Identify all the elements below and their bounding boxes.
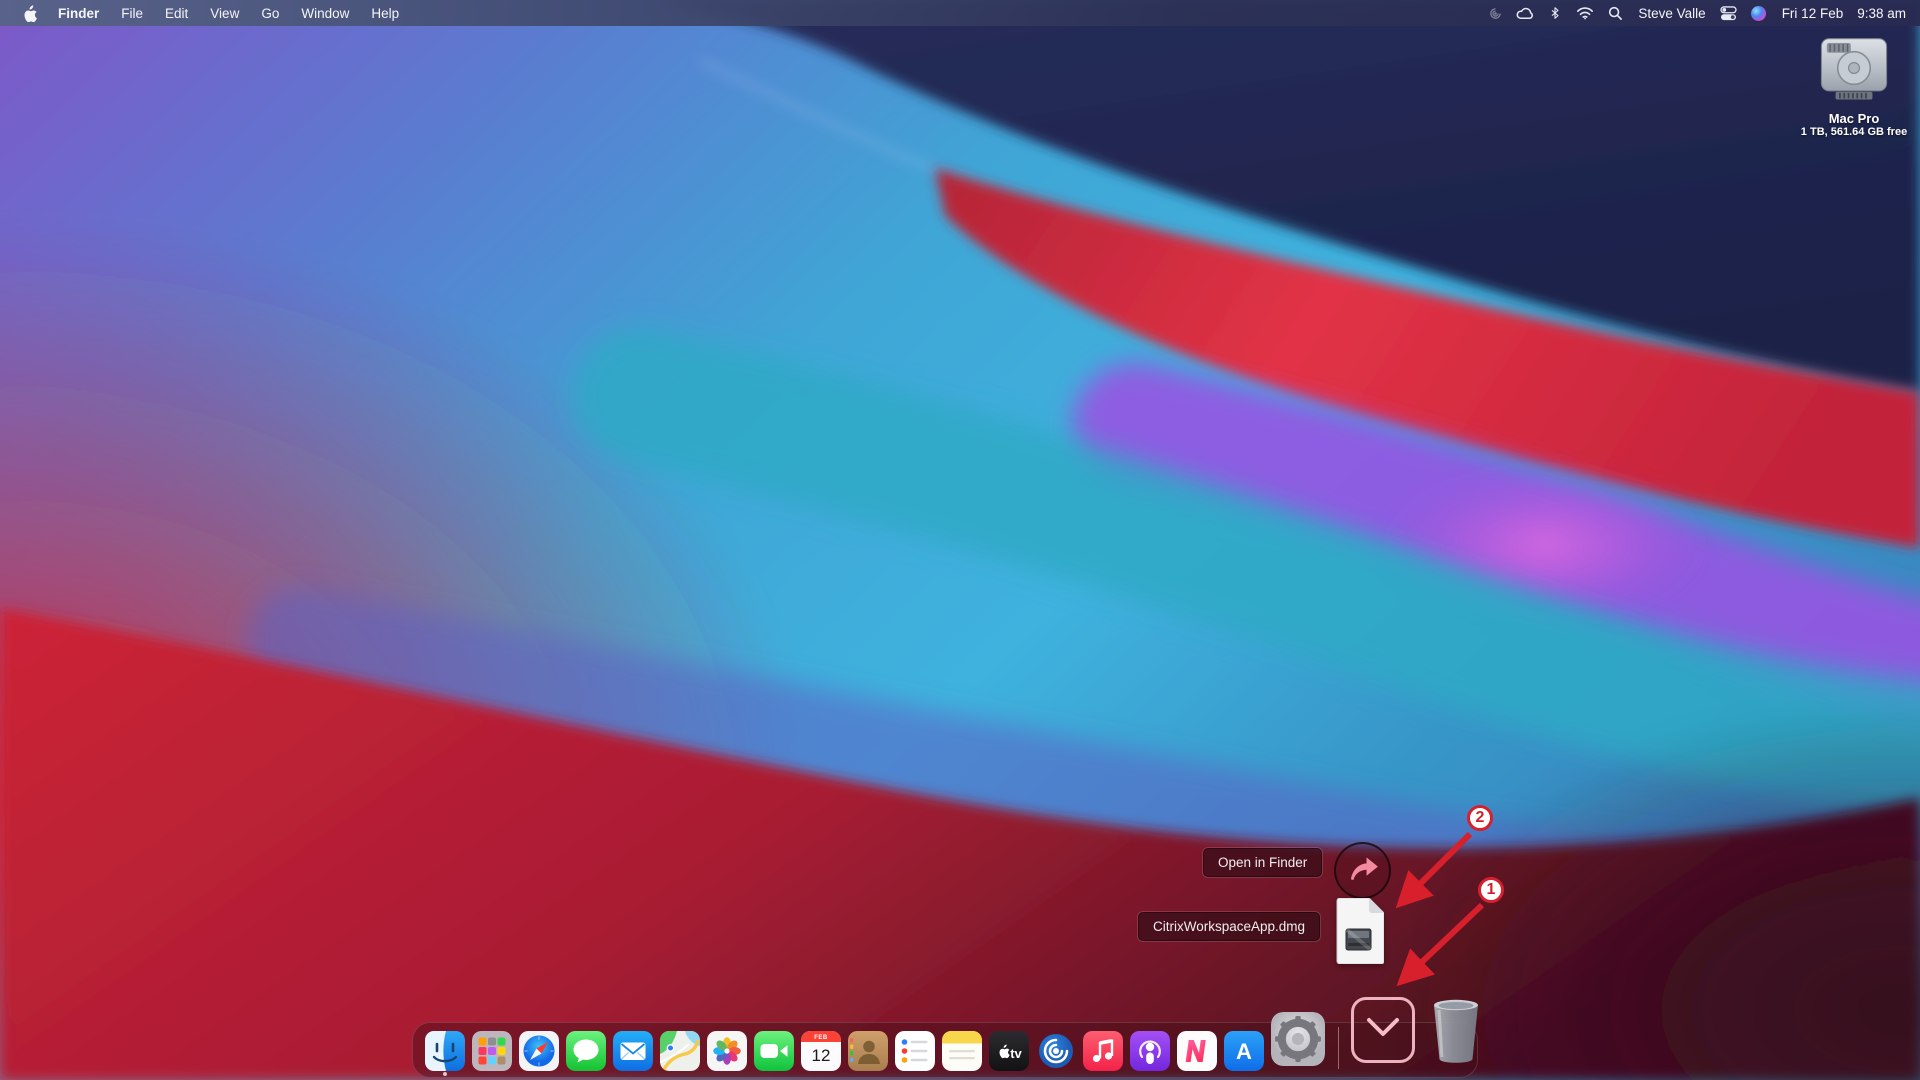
svg-text:tv: tv [1010, 1046, 1022, 1061]
open-in-finder-button[interactable]: Open in Finder [1203, 848, 1322, 877]
dock-item-citrix-workspace[interactable] [1036, 1031, 1076, 1071]
desktop-wallpaper [0, 0, 1920, 1080]
dock-item-reminders[interactable] [895, 1031, 935, 1071]
downloads-stack-indicator[interactable] [1351, 997, 1415, 1063]
menu-item-finder[interactable]: Finder [47, 6, 110, 21]
wifi-icon[interactable] [1574, 4, 1596, 22]
share-arrow-icon [1346, 853, 1380, 888]
svg-text:FEB: FEB [814, 1035, 828, 1041]
svg-text:A: A [1236, 1039, 1252, 1064]
dock-item-calendar[interactable]: FEB 12 [801, 1031, 841, 1071]
annotation-badge-1: 1 [1478, 877, 1504, 903]
menu-date[interactable]: Fri 12 Feb [1778, 6, 1846, 21]
open-in-finder-icon-circle[interactable] [1334, 842, 1391, 899]
menu-clock[interactable]: 9:38 am [1853, 6, 1908, 21]
trash-icon[interactable] [1427, 996, 1485, 1066]
disk-name: Mac Pro [1789, 111, 1919, 126]
swirl-app-icon[interactable] [1484, 4, 1506, 22]
dock-item-contacts[interactable] [848, 1031, 888, 1071]
user-menu[interactable]: Steve Valle [1634, 6, 1709, 21]
svg-text:12: 12 [811, 1046, 830, 1065]
dock: FEB 12 tv [412, 1022, 1478, 1078]
chevron-down-icon [1364, 1016, 1402, 1045]
menu-item-window[interactable]: Window [290, 6, 360, 21]
dock-item-music[interactable] [1083, 1031, 1123, 1071]
dock-divider [1338, 1027, 1339, 1069]
dock-item-launchpad[interactable] [472, 1031, 512, 1071]
desktop-disk-macpro[interactable]: Mac Pro 1 TB, 561.64 GB free [1789, 32, 1919, 138]
dock-item-tv[interactable]: tv [989, 1031, 1029, 1071]
bluetooth-icon[interactable] [1544, 4, 1566, 22]
dock-item-system-preferences[interactable] [1271, 1012, 1325, 1066]
hard-drive-icon [1816, 91, 1892, 108]
dock-item-facetime[interactable] [754, 1031, 794, 1071]
menu-bar: Finder File Edit View Go Window Help Ste… [0, 0, 1920, 26]
menu-item-file[interactable]: File [110, 6, 154, 21]
dmg-file-icon[interactable] [1332, 898, 1384, 969]
dock-item-news[interactable] [1177, 1031, 1217, 1071]
dock-item-app-store[interactable]: A [1224, 1031, 1264, 1071]
dmg-file-label: CitrixWorkspaceApp.dmg [1138, 912, 1320, 941]
siri-icon[interactable] [1748, 4, 1770, 22]
dock-item-safari[interactable] [519, 1031, 559, 1071]
control-center-icon[interactable] [1718, 4, 1740, 22]
disk-capacity: 1 TB, 561.64 GB free [1789, 126, 1919, 138]
dock-item-photos[interactable] [707, 1031, 747, 1071]
dock-item-notes[interactable] [942, 1031, 982, 1071]
apple-menu-icon[interactable] [12, 4, 47, 22]
running-indicator [443, 1072, 447, 1076]
dock-item-podcasts[interactable] [1130, 1031, 1170, 1071]
dock-item-messages[interactable] [566, 1031, 606, 1071]
menu-item-view[interactable]: View [199, 6, 250, 21]
menu-item-edit[interactable]: Edit [154, 6, 199, 21]
menu-item-help[interactable]: Help [360, 6, 410, 21]
annotation-badge-2: 2 [1467, 805, 1493, 831]
spotlight-icon[interactable] [1604, 4, 1626, 22]
dock-item-mail[interactable] [613, 1031, 653, 1071]
dock-item-finder[interactable] [425, 1031, 465, 1071]
menu-item-go[interactable]: Go [250, 6, 290, 21]
dock-item-maps[interactable] [660, 1031, 700, 1071]
creative-cloud-icon[interactable] [1514, 4, 1536, 22]
